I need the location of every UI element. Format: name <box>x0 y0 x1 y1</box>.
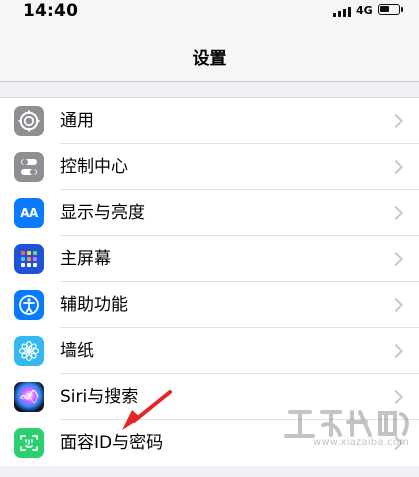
aa-icon: AA <box>14 198 44 228</box>
chevron-right-icon <box>388 343 404 359</box>
settings-row-home-screen[interactable]: 主屏幕 <box>0 236 419 282</box>
watermark: www.xiazaiba.com <box>282 404 414 452</box>
settings-label-general: 通用 <box>60 111 94 131</box>
gear-icon <box>14 106 44 136</box>
page-title: 设置 <box>192 49 227 69</box>
network-type: 4G <box>356 4 373 17</box>
chevron-right-icon <box>388 251 404 267</box>
siri-icon <box>14 382 44 412</box>
settings-label-home-screen: 主屏幕 <box>60 249 111 269</box>
face-id-icon <box>14 428 44 458</box>
control-center-icon <box>14 152 44 182</box>
chevron-right-icon <box>388 113 404 129</box>
navigation-bar: 设置 <box>0 24 419 82</box>
settings-row-wallpaper[interactable]: 墙纸 <box>0 328 419 374</box>
settings-label-accessibility: 辅助功能 <box>60 295 128 315</box>
settings-row-control-center[interactable]: 控制中心 <box>0 144 419 190</box>
home-screen-icon <box>14 244 44 274</box>
settings-label-wallpaper: 墙纸 <box>60 341 94 361</box>
accessibility-icon <box>14 290 44 320</box>
red-arrow-icon <box>122 390 172 430</box>
cellular-signal-icon <box>333 5 353 17</box>
chevron-right-icon <box>388 159 404 175</box>
settings-row-accessibility[interactable]: 辅助功能 <box>0 282 419 328</box>
status-time: 14:40 <box>23 1 79 21</box>
settings-label-display-brightness: 显示与亮度 <box>60 203 145 223</box>
status-bar: 14:40 4G <box>0 0 419 24</box>
chevron-right-icon <box>388 389 404 405</box>
chevron-right-icon <box>388 297 404 313</box>
chevron-right-icon <box>388 205 404 221</box>
settings-row-general[interactable]: 通用 <box>0 98 419 144</box>
settings-row-display-brightness[interactable]: AA 显示与亮度 <box>0 190 419 236</box>
watermark-url: www.xiazaiba.com <box>313 437 409 448</box>
battery-level <box>380 6 389 12</box>
settings-label-face-id-passcode: 面容ID与密码 <box>60 433 164 453</box>
battery-icon <box>378 4 400 15</box>
settings-label-control-center: 控制中心 <box>60 157 128 177</box>
battery-cap <box>401 7 403 12</box>
wallpaper-icon <box>14 336 44 366</box>
